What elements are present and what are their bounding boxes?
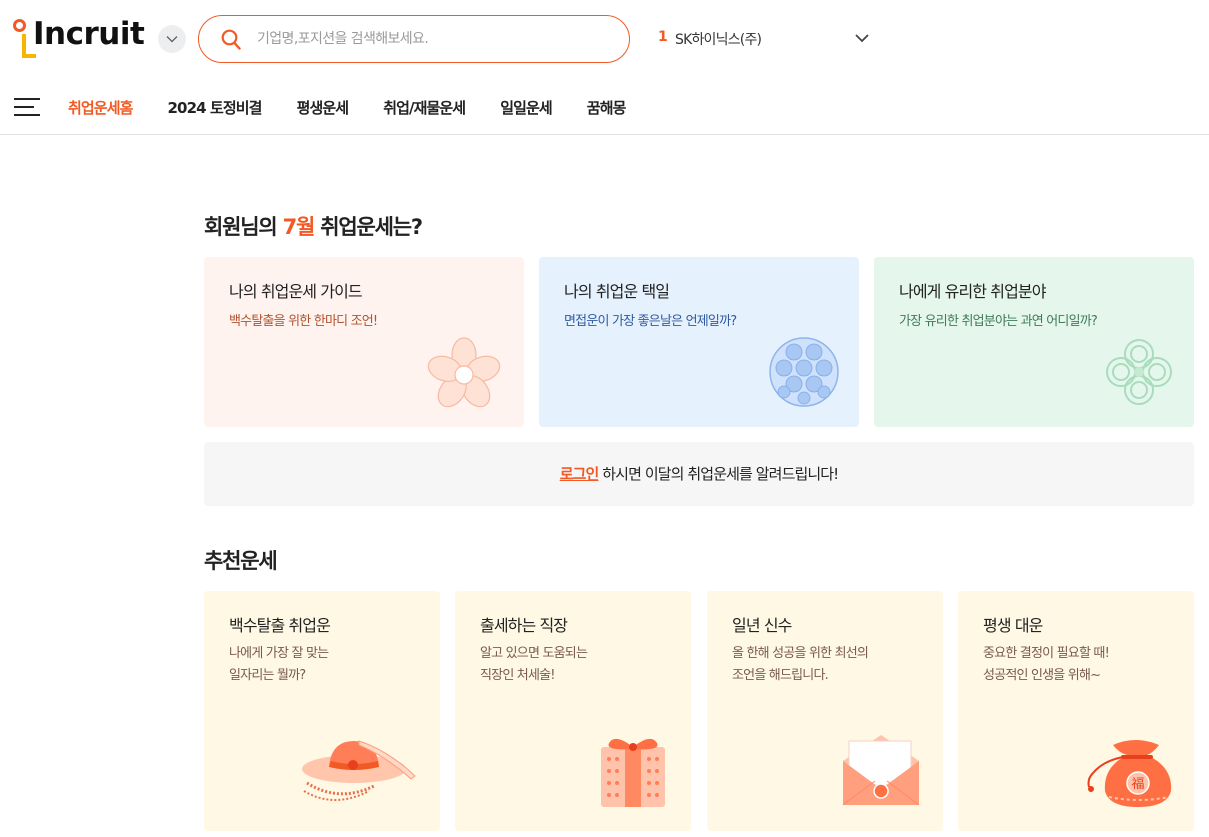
nav-tab-tojeong[interactable]: 2024 토정비결 — [168, 97, 263, 118]
hat-icon — [302, 740, 416, 801]
chevron-down-icon — [166, 36, 178, 43]
gift-box-icon — [601, 738, 665, 807]
login-banner-text: 하시면 이달의 취업운세를 알려드립니다! — [598, 465, 839, 483]
fortune-section-title: 회원님의 7월 취업운세는? — [204, 215, 423, 239]
trending-rank: 1 — [658, 29, 668, 45]
fortune-card-guide[interactable]: 나의 취업운세 가이드 백수탈출을 위한 한마디 조언! — [204, 257, 524, 427]
incruit-logo[interactable]: Incruit — [13, 14, 145, 60]
recommend-card-lifetime[interactable]: 평생 대운 중요한 결정이 필요할 때! 성공적인 인생을 위해~ 福 — [958, 591, 1194, 831]
nav-tab-dream[interactable]: 꿈해몽 — [587, 97, 627, 118]
fortune-card-date[interactable]: 나의 취업운 택일 면접운이 가장 좋은날은 언제일까? — [539, 257, 859, 427]
knot-icon — [1106, 339, 1172, 405]
card-title: 나의 취업운 택일 — [564, 282, 670, 301]
card-desc: 알고 있으면 도움되는 직장인 처세술! — [480, 646, 588, 683]
trending-keyword[interactable]: SK하이닉스(주) — [675, 29, 762, 49]
nav-tab-lifetime[interactable]: 평생운세 — [297, 97, 350, 118]
recommend-section-title: 추천운세 — [204, 549, 278, 573]
nav-tab-daily[interactable]: 일일운세 — [500, 97, 553, 118]
envelope-icon — [842, 735, 920, 806]
login-banner: 로그인 하시면 이달의 취업운세를 알려드립니다! — [204, 442, 1194, 506]
logo-dot — [13, 19, 26, 32]
logo-text: Incruit — [33, 16, 145, 52]
coin-pattern-icon — [769, 337, 839, 407]
card-title: 일년 신수 — [732, 616, 792, 635]
nav-tab-home[interactable]: 취업운세홈 — [68, 97, 133, 118]
fortune-card-field[interactable]: 나에게 유리한 취업분야 가장 유리한 취업분야는 과연 어디일까? — [874, 257, 1194, 427]
search-input[interactable] — [257, 26, 607, 52]
trending-expand-chevron-icon[interactable] — [854, 30, 870, 46]
hamburger-menu-icon[interactable] — [14, 98, 40, 116]
service-dropdown-button[interactable] — [158, 25, 186, 53]
recommend-card-yearly[interactable]: 일년 신수 올 한해 성공을 위한 최선의 조언을 해드립니다. — [707, 591, 943, 831]
card-title: 나에게 유리한 취업분야 — [899, 282, 1046, 301]
card-title: 나의 취업운세 가이드 — [229, 282, 363, 301]
card-desc: 중요한 결정이 필요할 때! 성공적인 인생을 위해~ — [983, 646, 1110, 683]
card-desc: 면접운이 가장 좋은날은 언제일까? — [564, 314, 737, 329]
nav-tab-job-wealth[interactable]: 취업/재물운세 — [383, 97, 466, 118]
pouch-character: 福 — [1131, 777, 1144, 792]
recommend-card-job[interactable]: 백수탈출 취업운 나에게 가장 잘 맞는 일자리는 뭘까? — [204, 591, 440, 831]
card-title: 백수탈출 취업운 — [229, 616, 331, 635]
card-title: 출세하는 직장 — [480, 616, 568, 635]
lucky-pouch-icon: 福 — [1087, 740, 1172, 807]
card-desc: 나에게 가장 잘 맞는 일자리는 뭘까? — [229, 646, 329, 683]
card-desc: 가장 유리한 취업분야는 과연 어디일까? — [899, 314, 1098, 329]
recommend-card-career[interactable]: 출세하는 직장 알고 있으면 도움되는 직장인 처세술! — [455, 591, 691, 831]
card-desc: 올 한해 성공을 위한 최선의 조언을 해드립니다. — [732, 646, 869, 683]
nav-tabs: 취업운세홈 2024 토정비결 평생운세 취업/재물운세 일일운세 꿈해몽 — [68, 97, 661, 118]
card-title: 평생 대운 — [983, 616, 1043, 635]
flower-icon — [427, 337, 501, 408]
search-bar — [198, 15, 630, 63]
card-desc: 백수탈출을 위한 한마디 조언! — [229, 314, 378, 329]
title-month: 7월 — [282, 215, 316, 239]
login-link[interactable]: 로그인 — [560, 465, 600, 483]
top-header: Incruit 1 SK하이닉스(주) — [0, 0, 1209, 78]
main-nav: 취업운세홈 2024 토정비결 평생운세 취업/재물운세 일일운세 꿈해몽 — [0, 78, 1209, 135]
search-icon[interactable] — [221, 29, 241, 51]
